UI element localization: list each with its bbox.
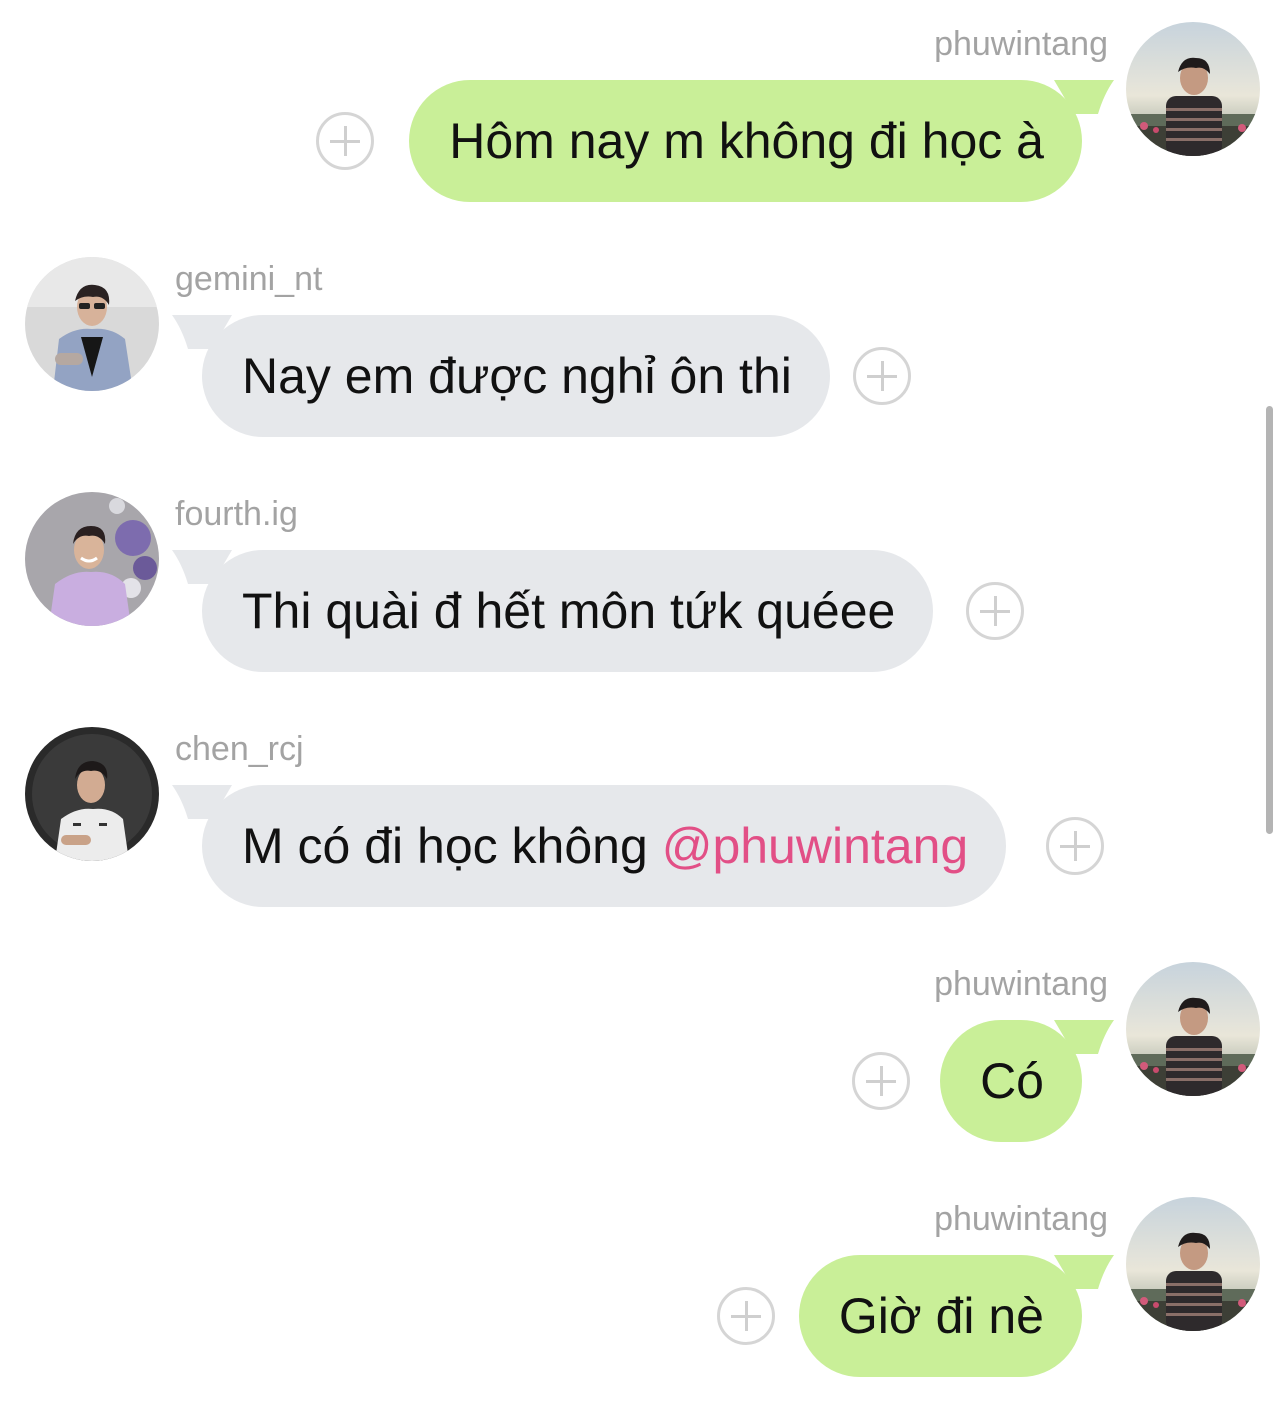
avatar[interactable] bbox=[1126, 1197, 1260, 1331]
avatar[interactable] bbox=[1126, 962, 1260, 1096]
message-bubble[interactable]: Có bbox=[940, 1020, 1114, 1142]
message-outgoing: phuwintang bbox=[0, 1197, 1284, 1397]
add-reaction-button[interactable] bbox=[316, 112, 374, 170]
avatar-photo bbox=[1126, 1197, 1260, 1331]
avatar[interactable] bbox=[25, 492, 159, 626]
message-text: M có đi học không @phuwintang bbox=[202, 785, 1007, 907]
message-incoming: chen_rcj M có đi học không @phuwintang bbox=[0, 727, 1284, 927]
message-username: phuwintang bbox=[934, 1200, 1108, 1238]
avatar[interactable] bbox=[25, 727, 159, 861]
message-bubble[interactable]: Hôm nay m không đi học à bbox=[409, 80, 1114, 202]
message-bubble[interactable]: Giờ đi nè bbox=[798, 1255, 1114, 1377]
message-bubble[interactable]: Nay em được nghỉ ôn thi bbox=[172, 315, 830, 437]
avatar-photo bbox=[1126, 22, 1260, 156]
message-bubble[interactable]: M có đi học không @phuwintang bbox=[172, 785, 1007, 907]
avatar-photo bbox=[1126, 962, 1260, 1096]
message-username: fourth.ig bbox=[175, 495, 298, 533]
message-outgoing: phuwintang bbox=[0, 962, 1284, 1162]
add-reaction-button[interactable] bbox=[852, 1052, 910, 1110]
message-incoming: fourth.ig Thi quài đ hết môn tứk quéee bbox=[0, 492, 1284, 692]
mention-link[interactable]: @phuwintang bbox=[662, 818, 969, 874]
avatar-photo bbox=[25, 257, 159, 391]
message-text: Nay em được nghỉ ôn thi bbox=[202, 315, 830, 437]
message-username: gemini_nt bbox=[175, 260, 323, 298]
message-username: phuwintang bbox=[934, 965, 1108, 1003]
chat-thread: phuwintang Hôm nay m không đi học à gemi… bbox=[0, 0, 1284, 1409]
message-text-body: M có đi học không bbox=[242, 818, 662, 874]
message-username: phuwintang bbox=[934, 25, 1108, 63]
message-incoming: gemini_nt Nay em được nghỉ ôn thi bbox=[0, 257, 1284, 457]
add-reaction-button[interactable] bbox=[1046, 817, 1104, 875]
avatar-photo bbox=[25, 727, 159, 861]
add-reaction-button[interactable] bbox=[717, 1287, 775, 1345]
scrollbar[interactable] bbox=[1266, 406, 1273, 834]
avatar-photo bbox=[25, 492, 159, 626]
avatar[interactable] bbox=[1126, 22, 1260, 156]
add-reaction-button[interactable] bbox=[853, 347, 911, 405]
message-bubble[interactable]: Thi quài đ hết môn tứk quéee bbox=[172, 550, 934, 672]
message-text: Hôm nay m không đi học à bbox=[409, 80, 1082, 202]
message-outgoing: phuwintang bbox=[0, 22, 1284, 222]
message-text: Có bbox=[940, 1020, 1082, 1142]
message-text: Thi quài đ hết môn tứk quéee bbox=[202, 550, 934, 672]
avatar[interactable] bbox=[25, 257, 159, 391]
message-text: Giờ đi nè bbox=[798, 1255, 1082, 1377]
add-reaction-button[interactable] bbox=[966, 582, 1024, 640]
message-username: chen_rcj bbox=[175, 730, 304, 768]
